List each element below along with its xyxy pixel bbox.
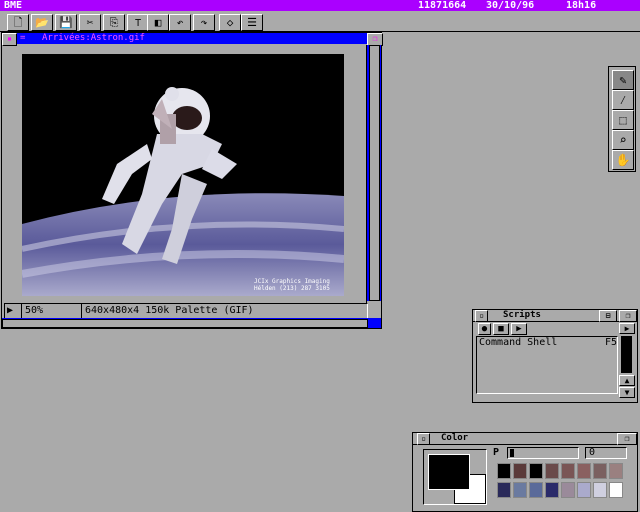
- copy-icon[interactable]: ⎘: [103, 14, 125, 31]
- pen-tool-icon[interactable]: ✎: [612, 70, 634, 90]
- zoom-tool-icon[interactable]: ⌕: [612, 130, 634, 150]
- scroll-up-icon[interactable]: ▲: [619, 375, 635, 386]
- palette-swatch[interactable]: [529, 463, 543, 479]
- color-preview: [423, 449, 487, 505]
- image-window[interactable]: ▪ = Arrivées:Astron.gif ❐ JCIx Graphics …: [1, 32, 383, 329]
- tool-palette: ✎ ⁄ ⬚ ⌕ ✋: [608, 66, 636, 172]
- image-credit: JCIx Graphics Imaging Hélden (213) 287 3…: [254, 278, 330, 292]
- palette-swatch[interactable]: [561, 482, 575, 498]
- close-icon[interactable]: ▫: [417, 433, 430, 445]
- selection-tool-icon[interactable]: ⬚: [612, 110, 634, 130]
- color-titlebar[interactable]: ▫ Color ❐: [413, 433, 637, 445]
- credit-line-2: Hélden (213) 287 3105: [254, 285, 330, 292]
- new-icon[interactable]: 🗋: [7, 14, 29, 31]
- script-label: Command Shell: [479, 337, 558, 348]
- palette-swatch[interactable]: [497, 482, 511, 498]
- eyedropper-tool-icon[interactable]: ⁄: [612, 90, 634, 110]
- palette-swatch[interactable]: [497, 463, 511, 479]
- zoom-icon[interactable]: ⊟: [599, 310, 617, 322]
- palette-swatch[interactable]: [529, 482, 543, 498]
- horizontal-scroll-track[interactable]: [2, 319, 368, 328]
- menu-bar[interactable]: BME 11871664 30/10/96 18h16: [0, 0, 640, 11]
- palette-swatch[interactable]: [513, 463, 527, 479]
- cut-icon[interactable]: ✂: [79, 14, 101, 31]
- foreground-color[interactable]: [428, 454, 470, 490]
- undo-icon[interactable]: ↶: [169, 14, 191, 31]
- credit-line-1: JCIx Graphics Imaging: [254, 278, 330, 285]
- date-readout: 30/10/96: [486, 0, 535, 11]
- image-window-titlebar[interactable]: ▪ = Arrivées:Astron.gif ❐: [2, 33, 383, 46]
- memory-readout: 11871664: [418, 0, 467, 11]
- slider-knob[interactable]: [510, 449, 514, 457]
- vertical-scrollbar[interactable]: [366, 45, 381, 307]
- depth-icon[interactable]: ❐: [617, 433, 637, 445]
- time-readout: 18h16: [566, 0, 597, 11]
- scroll-right-icon[interactable]: ▶: [619, 323, 635, 334]
- script-key: F5: [604, 337, 617, 348]
- astronaut-image[interactable]: JCIx Graphics Imaging Hélden (213) 287 3…: [22, 54, 344, 296]
- redo-icon[interactable]: ↷: [193, 14, 215, 31]
- palette-swatch[interactable]: [545, 463, 559, 479]
- color-palette: [497, 463, 627, 503]
- window-title: Arrivées:Astron.gif: [42, 33, 145, 43]
- palette-swatch[interactable]: [513, 482, 527, 498]
- record-icon[interactable]: ●: [478, 323, 491, 335]
- scripts-scrollbar[interactable]: ▶ ▲ ▼: [619, 323, 635, 401]
- app-title: BME: [4, 0, 23, 11]
- color-value-field[interactable]: 0: [585, 447, 627, 459]
- palette-swatch[interactable]: [561, 463, 575, 479]
- astronaut-picture: [22, 54, 344, 296]
- vertical-scroll-track[interactable]: [369, 45, 380, 301]
- close-icon[interactable]: ▪: [2, 33, 17, 46]
- horizontal-scrollbar[interactable]: [2, 318, 381, 328]
- run-icon[interactable]: ▶: [511, 323, 527, 335]
- palette-swatch[interactable]: [577, 482, 591, 498]
- import-icon[interactable]: ◧: [147, 14, 169, 31]
- close-icon[interactable]: ▫: [475, 310, 488, 322]
- window-title-prefix: =: [20, 33, 26, 43]
- paste-icon[interactable]: ⊤: [127, 14, 149, 31]
- scripts-window[interactable]: ▫ Scripts ⊟ ❐ ● ■ ▶ Command Shell F5 ▶ ▲…: [472, 309, 638, 403]
- pen-label: P: [493, 447, 500, 458]
- scripts-titlebar[interactable]: ▫ Scripts ⊟ ❐: [473, 310, 637, 322]
- scripts-list[interactable]: Command Shell F5: [476, 336, 618, 394]
- save-icon[interactable]: 💾: [55, 14, 77, 31]
- list-item[interactable]: Command Shell F5: [479, 337, 617, 349]
- palette-swatch[interactable]: [609, 482, 623, 498]
- size-gadget[interactable]: [367, 301, 381, 307]
- scripts-title: Scripts: [503, 310, 541, 320]
- stop-icon[interactable]: ■: [493, 323, 509, 335]
- palette-swatch[interactable]: [593, 482, 607, 498]
- palette-swatch[interactable]: [577, 463, 591, 479]
- eraser-icon[interactable]: ◇: [219, 14, 241, 31]
- color-title: Color: [441, 433, 469, 443]
- palette-swatch[interactable]: [545, 482, 559, 498]
- toolbar: 🗋 📂 💾 ✂ ⎘ ⊤ ◧ ↶ ↷ ◇ ☰: [0, 11, 640, 32]
- open-icon[interactable]: 📂: [31, 14, 53, 31]
- palette-swatch[interactable]: [593, 463, 607, 479]
- hand-tool-icon[interactable]: ✋: [612, 150, 634, 170]
- color-slider[interactable]: [507, 447, 579, 459]
- color-window[interactable]: ▫ Color ❐ P 0: [412, 432, 638, 512]
- palette-swatch[interactable]: [609, 463, 623, 479]
- scroll-thumb[interactable]: [621, 336, 632, 373]
- status-bar: ▶ 50% 640x480x4 150k Palette (GIF): [4, 303, 368, 320]
- depth-icon[interactable]: ❐: [619, 310, 637, 322]
- settings-icon[interactable]: ☰: [241, 14, 263, 31]
- scroll-down-icon[interactable]: ▼: [619, 387, 635, 398]
